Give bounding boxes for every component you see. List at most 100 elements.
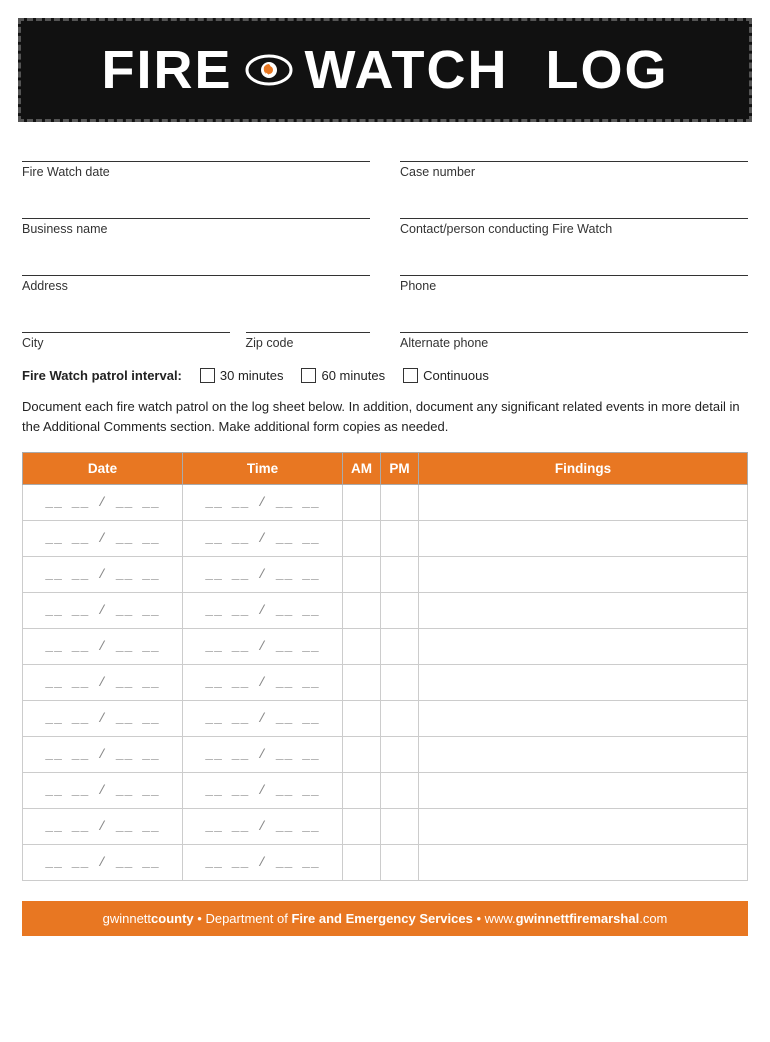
footer-sep2: • www. (476, 911, 515, 926)
table-row: __ __ / __ __ __ __ / __ __ (23, 521, 748, 557)
cell-findings[interactable] (419, 809, 748, 845)
cell-am[interactable] (343, 701, 381, 737)
city-input[interactable] (22, 311, 230, 333)
cell-findings[interactable] (419, 485, 748, 521)
col-header-am: AM (343, 453, 381, 485)
cell-pm[interactable] (381, 485, 419, 521)
patrol-option-60-label: 60 minutes (321, 368, 385, 383)
business-name-input[interactable] (22, 197, 370, 219)
cell-findings[interactable] (419, 593, 748, 629)
address-input[interactable] (22, 254, 370, 276)
table-row: __ __ / __ __ __ __ / __ __ (23, 809, 748, 845)
cell-pm[interactable] (381, 737, 419, 773)
table-row: __ __ / __ __ __ __ / __ __ (23, 773, 748, 809)
footer-text: gwinnettcounty • Department of Fire and … (103, 911, 668, 926)
cell-date[interactable]: __ __ / __ __ (23, 557, 183, 593)
patrol-option-continuous-label: Continuous (423, 368, 489, 383)
cell-am[interactable] (343, 665, 381, 701)
cell-time[interactable]: __ __ / __ __ (183, 809, 343, 845)
cell-pm[interactable] (381, 701, 419, 737)
fire-eye-icon (243, 44, 295, 96)
cell-am[interactable] (343, 773, 381, 809)
patrol-option-30[interactable]: 30 minutes (200, 368, 284, 383)
patrol-option-continuous[interactable]: Continuous (403, 368, 489, 383)
field-phone: Phone (400, 254, 748, 293)
cell-findings[interactable] (419, 737, 748, 773)
cell-pm[interactable] (381, 665, 419, 701)
zip-input[interactable] (246, 311, 371, 333)
cell-findings[interactable] (419, 701, 748, 737)
cell-date[interactable]: __ __ / __ __ (23, 629, 183, 665)
cell-am[interactable] (343, 557, 381, 593)
cell-pm[interactable] (381, 521, 419, 557)
cell-am[interactable] (343, 809, 381, 845)
page-footer: gwinnettcounty • Department of Fire and … (22, 901, 748, 936)
cell-time[interactable]: __ __ / __ __ (183, 557, 343, 593)
cell-findings[interactable] (419, 521, 748, 557)
cell-date[interactable]: __ __ / __ __ (23, 521, 183, 557)
cell-time[interactable]: __ __ / __ __ (183, 701, 343, 737)
patrol-checkbox-continuous[interactable] (403, 368, 418, 383)
cell-time[interactable]: __ __ / __ __ (183, 521, 343, 557)
cell-pm[interactable] (381, 773, 419, 809)
cell-am[interactable] (343, 593, 381, 629)
cell-findings[interactable] (419, 629, 748, 665)
field-case-number: Case number (400, 140, 748, 179)
patrol-checkbox-30[interactable] (200, 368, 215, 383)
header-title: FIRE WATCH LOG (102, 39, 669, 101)
field-address: Address (22, 254, 370, 293)
case-number-label: Case number (400, 165, 748, 179)
cell-time[interactable]: __ __ / __ __ (183, 593, 343, 629)
cell-date[interactable]: __ __ / __ __ (23, 701, 183, 737)
alt-phone-input[interactable] (400, 311, 748, 333)
cell-time[interactable]: __ __ / __ __ (183, 845, 343, 881)
patrol-checkbox-60[interactable] (301, 368, 316, 383)
field-alt-phone: Alternate phone (400, 311, 748, 350)
cell-time[interactable]: __ __ / __ __ (183, 737, 343, 773)
cell-findings[interactable] (419, 845, 748, 881)
cell-time[interactable]: __ __ / __ __ (183, 485, 343, 521)
cell-date[interactable]: __ __ / __ __ (23, 737, 183, 773)
city-label: City (22, 336, 230, 350)
cell-am[interactable] (343, 521, 381, 557)
case-number-input[interactable] (400, 140, 748, 162)
cell-date[interactable]: __ __ / __ __ (23, 665, 183, 701)
patrol-option-60[interactable]: 60 minutes (301, 368, 385, 383)
cell-time[interactable]: __ __ / __ __ (183, 665, 343, 701)
contact-label: Contact/person conducting Fire Watch (400, 222, 748, 236)
patrol-option-30-label: 30 minutes (220, 368, 284, 383)
cell-date[interactable]: __ __ / __ __ (23, 845, 183, 881)
cell-am[interactable] (343, 737, 381, 773)
table-row: __ __ / __ __ __ __ / __ __ (23, 845, 748, 881)
address-label: Address (22, 279, 370, 293)
cell-pm[interactable] (381, 629, 419, 665)
cell-am[interactable] (343, 845, 381, 881)
phone-input[interactable] (400, 254, 748, 276)
cell-pm[interactable] (381, 845, 419, 881)
cell-time[interactable]: __ __ / __ __ (183, 773, 343, 809)
cell-findings[interactable] (419, 773, 748, 809)
cell-date[interactable]: __ __ / __ __ (23, 773, 183, 809)
fire-watch-date-input[interactable] (22, 140, 370, 162)
cell-date[interactable]: __ __ / __ __ (23, 809, 183, 845)
contact-input[interactable] (400, 197, 748, 219)
field-city: City (22, 311, 230, 350)
cell-findings[interactable] (419, 665, 748, 701)
cell-am[interactable] (343, 485, 381, 521)
cell-date[interactable]: __ __ / __ __ (23, 485, 183, 521)
row-address-phone: Address Phone (22, 254, 748, 293)
description-text: Document each fire watch patrol on the l… (22, 397, 748, 436)
cell-pm[interactable] (381, 809, 419, 845)
cell-findings[interactable] (419, 557, 748, 593)
cell-time[interactable]: __ __ / __ __ (183, 629, 343, 665)
cell-date[interactable]: __ __ / __ __ (23, 593, 183, 629)
cell-am[interactable] (343, 629, 381, 665)
page-header: FIRE WATCH LOG (18, 18, 752, 122)
field-business-name: Business name (22, 197, 370, 236)
table-row: __ __ / __ __ __ __ / __ __ (23, 737, 748, 773)
cell-pm[interactable] (381, 593, 419, 629)
log-text: LOG (546, 39, 669, 101)
footer-sep1: • Department of (197, 911, 291, 926)
cell-pm[interactable] (381, 557, 419, 593)
fire-text: FIRE (102, 39, 233, 101)
